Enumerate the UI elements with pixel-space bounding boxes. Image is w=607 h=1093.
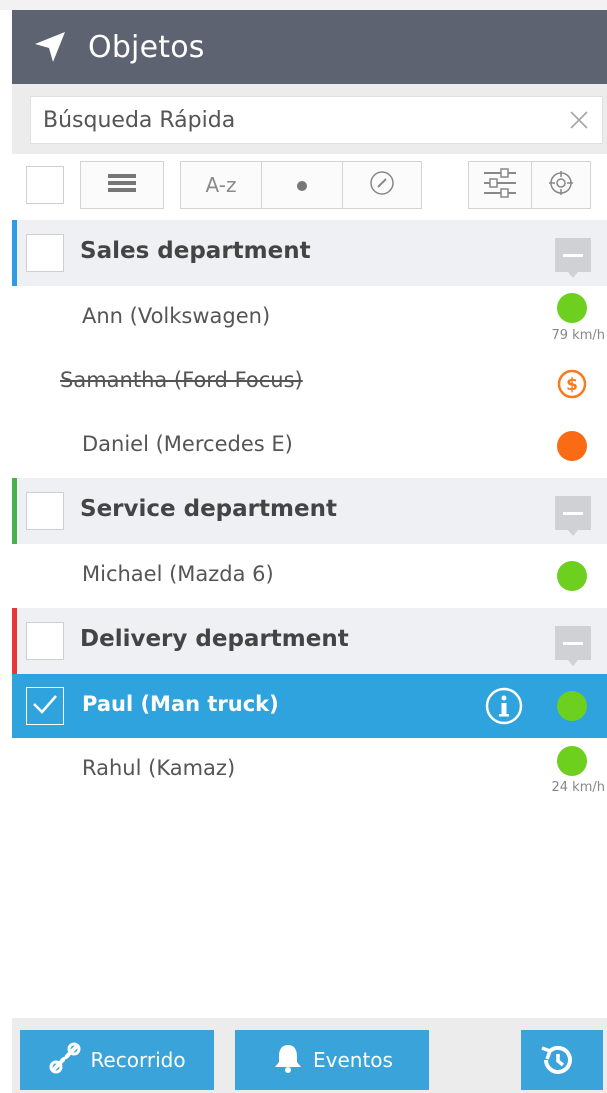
group-name: Service department <box>80 496 337 522</box>
status-stopped-icon <box>557 431 587 461</box>
group-name: Delivery department <box>80 626 349 652</box>
svg-text:$: $ <box>566 375 578 395</box>
object-label: Ann (Volkswagen) <box>82 304 271 328</box>
list-item[interactable]: Michael (Mazda 6) <box>12 544 607 608</box>
toolbar: A-z <box>12 154 607 220</box>
list-item[interactable]: Samantha (Ford Focus) $ <box>12 350 607 414</box>
events-button[interactable]: Eventos <box>235 1030 429 1090</box>
sort-az-button[interactable]: A-z <box>180 161 262 209</box>
collapse-icon[interactable] <box>553 236 593 280</box>
crosshair-icon <box>548 170 574 201</box>
list-item[interactable]: Daniel (Mercedes E) <box>12 414 607 478</box>
group-color-bar <box>12 220 17 286</box>
navigation-arrow-icon <box>30 27 70 67</box>
status-online-icon <box>557 746 587 776</box>
top-strip <box>0 0 607 10</box>
list-view-icon <box>108 172 136 199</box>
object-label: Daniel (Mercedes E) <box>82 432 293 456</box>
search-box <box>30 96 603 144</box>
list-item[interactable]: Ann (Volkswagen) 79 km/h <box>12 286 607 350</box>
group-name: Sales department <box>80 238 311 264</box>
object-label: Michael (Mazda 6) <box>82 562 274 586</box>
bell-icon <box>271 1041 313 1080</box>
status-dot-icon <box>296 173 308 197</box>
group-color-bar <box>12 478 17 544</box>
group-header-delivery[interactable]: Delivery department <box>12 608 607 674</box>
collapse-icon[interactable] <box>553 494 593 538</box>
status-online-icon <box>557 293 587 323</box>
checkmark-icon <box>32 693 58 719</box>
group-header-sales[interactable]: Sales department <box>12 220 607 286</box>
group-header-service[interactable]: Service department <box>12 478 607 544</box>
group-checkbox[interactable] <box>26 492 64 530</box>
group-color-bar <box>12 608 17 674</box>
status-online-icon <box>557 561 587 591</box>
select-all-checkbox[interactable] <box>26 166 64 204</box>
group-checkbox[interactable] <box>26 234 64 272</box>
object-label: Samantha (Ford Focus) <box>60 368 303 392</box>
history-button[interactable] <box>521 1030 603 1090</box>
info-icon[interactable] <box>484 686 524 730</box>
search-input[interactable] <box>31 97 556 143</box>
status-online-icon <box>557 691 587 721</box>
sort-status-button[interactable] <box>261 161 343 209</box>
object-label: Paul (Man truck) <box>82 692 279 716</box>
clear-search-icon[interactable] <box>556 97 602 143</box>
collapse-icon[interactable] <box>553 624 593 668</box>
footer-bar: Recorrido Eventos <box>12 1018 607 1093</box>
dollar-circle-icon: $ <box>556 368 588 404</box>
route-icon <box>48 1041 90 1080</box>
row-checkbox-checked[interactable] <box>26 687 64 725</box>
list-view-button[interactable] <box>80 161 164 209</box>
object-label: Rahul (Kamaz) <box>82 756 236 780</box>
sort-az-label: A-z <box>205 173 237 197</box>
history-icon <box>538 1040 586 1080</box>
group-checkbox[interactable] <box>26 622 64 660</box>
list-item[interactable]: Rahul (Kamaz) 24 km/h <box>12 738 607 802</box>
search-area <box>12 84 607 154</box>
panel-header: Objetos <box>12 10 607 84</box>
panel-title: Objetos <box>88 29 205 65</box>
events-label: Eventos <box>313 1048 393 1072</box>
filter-settings-button[interactable] <box>468 161 532 209</box>
sort-speed-button[interactable] <box>342 161 422 209</box>
locate-button[interactable] <box>531 161 591 209</box>
speed-label: 24 km/h <box>551 780 606 795</box>
list-item-selected[interactable]: Paul (Man truck) <box>12 674 607 738</box>
speed-label: 79 km/h <box>551 328 606 343</box>
speedometer-icon <box>369 170 395 201</box>
route-button[interactable]: Recorrido <box>20 1030 214 1090</box>
route-label: Recorrido <box>90 1048 186 1072</box>
filter-settings-icon <box>483 167 517 203</box>
